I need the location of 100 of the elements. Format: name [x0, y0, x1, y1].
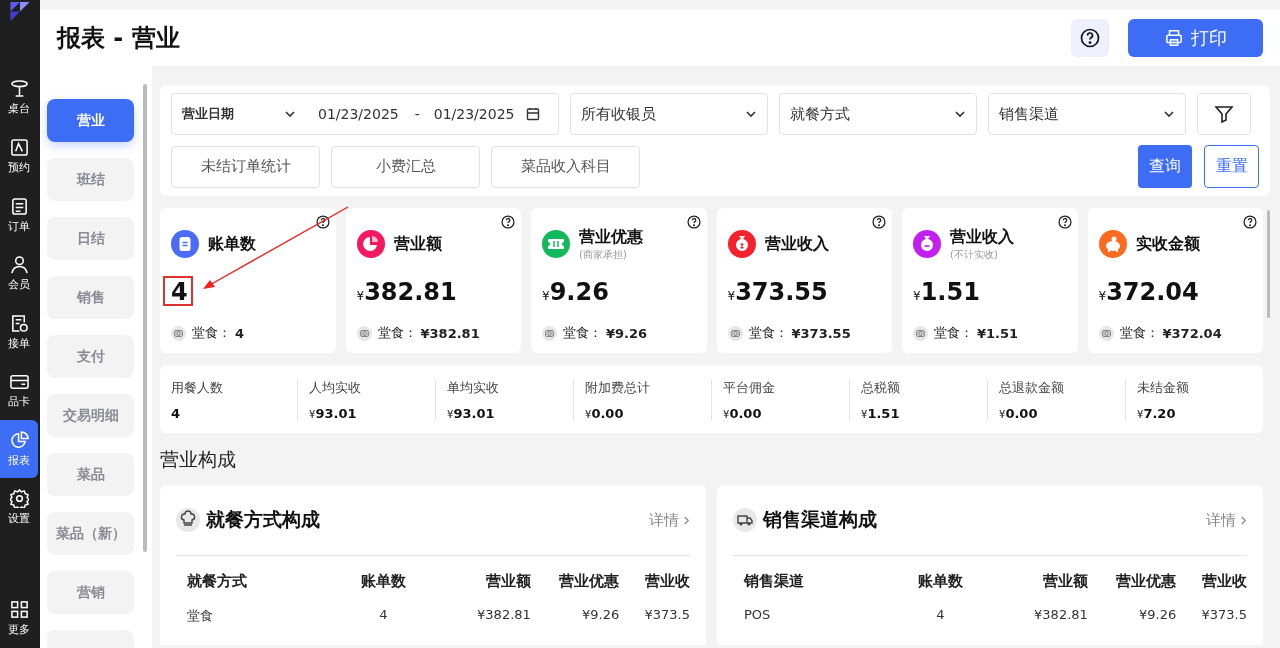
- dropdown[interactable]: 销售渠道: [988, 93, 1186, 135]
- document-check-icon: [9, 313, 29, 333]
- printer-icon: [1164, 29, 1183, 47]
- filter-icon: [1214, 104, 1234, 124]
- column-header: 账单数: [917, 572, 963, 591]
- metric-label: 附加费总计: [585, 379, 651, 397]
- stat-title: 营业额: [393, 233, 442, 255]
- metric-label: 平台佣金: [723, 379, 776, 397]
- breakdown-value: ¥373.55: [791, 325, 851, 341]
- dish-icon: [1098, 325, 1114, 341]
- chevron-down-icon: [745, 108, 757, 120]
- details-link[interactable]: 详情: [1206, 510, 1247, 530]
- table-cell: ¥373.5: [1201, 607, 1247, 622]
- column-header: 营业优惠: [1116, 572, 1177, 591]
- date-range-field[interactable]: 营业日期 01/23/2025 - 01/23/2025: [171, 93, 559, 135]
- help-button[interactable]: [1071, 19, 1109, 57]
- metric-value: ¥7.20: [1137, 406, 1177, 421]
- chevron-right-icon: [1240, 514, 1247, 526]
- stat-title: 营业收入: [764, 233, 829, 255]
- grid-icon: [9, 599, 29, 619]
- chevron-down-icon: [1163, 108, 1175, 120]
- dish-icon: [542, 325, 557, 341]
- stat-value: ¥1.51: [913, 278, 980, 308]
- dish-icon: [356, 325, 372, 341]
- nav-item[interactable]: 更多: [0, 589, 38, 647]
- stat-subtitle: (商家承担): [579, 247, 628, 262]
- column-header: 营业收: [1202, 572, 1247, 591]
- help-icon[interactable]: [686, 215, 701, 229]
- card-icon: [9, 372, 29, 392]
- scrollbar[interactable]: [1267, 210, 1270, 318]
- stat-title: 实收金额: [1135, 233, 1200, 255]
- calendar-check-icon: [9, 137, 29, 157]
- report-tab[interactable]: 营业: [47, 99, 134, 142]
- report-option-button[interactable]: 小费汇总: [331, 145, 480, 188]
- table-cell-text: 堂食: [187, 607, 214, 625]
- metric-value: ¥0.00: [585, 406, 625, 421]
- pie-chart-icon: [9, 430, 29, 450]
- breakdown-value: 4: [235, 325, 245, 341]
- nav-item[interactable]: 会员: [0, 244, 38, 303]
- breakdown-label: 堂食：: [377, 324, 417, 342]
- stat-title: 营业优惠: [579, 226, 643, 248]
- truck-icon: [733, 508, 757, 532]
- nav-item[interactable]: 接单: [0, 303, 38, 361]
- table-cell: ¥382.81: [1034, 607, 1088, 622]
- stat-title: 账单数: [208, 233, 256, 255]
- breakdown-value: ¥372.04: [1162, 325, 1222, 341]
- help-icon[interactable]: [1243, 215, 1257, 229]
- table-cell-text: ¥382.81: [477, 607, 531, 624]
- stat-value: ¥382.81: [356, 278, 457, 308]
- metric-value: ¥0.00: [723, 406, 763, 421]
- metric-label: 单均实收: [447, 379, 500, 397]
- query-button[interactable]: 查询: [1138, 145, 1192, 188]
- filter-button[interactable]: [1197, 93, 1251, 135]
- metric-label: 用餐人数: [171, 379, 224, 397]
- table-cell-text: POS: [744, 607, 772, 622]
- reset-button[interactable]: 重置: [1204, 145, 1259, 188]
- calendar-icon: [526, 107, 541, 121]
- metric-value: ¥93.01: [447, 406, 496, 421]
- report-option-button[interactable]: 菜品收入科目: [491, 145, 640, 188]
- nav-item[interactable]: 设置: [0, 478, 38, 537]
- nav-item[interactable]: 报表: [0, 420, 38, 478]
- help-icon[interactable]: [872, 215, 886, 229]
- dropdown[interactable]: 就餐方式: [779, 93, 977, 135]
- user-icon: [9, 255, 29, 275]
- help-icon: [1080, 28, 1100, 48]
- metric-value: ¥1.51: [861, 406, 901, 421]
- help-icon[interactable]: [501, 215, 515, 229]
- table-cell-text: ¥9.26: [582, 607, 620, 624]
- nav-item[interactable]: 品卡: [0, 361, 38, 420]
- table-icon: [9, 79, 29, 99]
- nav-item[interactable]: 预约: [0, 127, 38, 186]
- breakdown-value: ¥9.26: [606, 325, 648, 341]
- help-icon[interactable]: [1057, 215, 1072, 229]
- column-header: 营业额: [485, 572, 531, 591]
- column-header: 营业收: [645, 572, 690, 591]
- stat-title: 营业收入: [950, 226, 1014, 248]
- dropdown[interactable]: 所有收银员: [570, 93, 768, 135]
- breakdown-label: 堂食：: [748, 324, 788, 342]
- table-cell: ¥9.26: [1139, 607, 1177, 622]
- column-header: 营业额: [1042, 572, 1088, 591]
- metric-value: ¥93.01: [309, 406, 358, 421]
- column-header: 账单数: [360, 572, 406, 591]
- metric-label: 总退款金额: [999, 379, 1065, 397]
- panel-title: 销售渠道构成: [763, 507, 877, 532]
- breakdown-value: ¥1.51: [977, 325, 1019, 341]
- metric-label: 总税额: [861, 379, 901, 397]
- nav-item[interactable]: 桌台: [0, 69, 38, 127]
- nav-item[interactable]: 订单: [0, 186, 38, 244]
- stat-value: ¥9.26: [542, 278, 609, 308]
- settings-icon: [9, 489, 29, 509]
- help-icon[interactable]: [315, 215, 330, 229]
- details-link[interactable]: 详情: [649, 510, 690, 530]
- table-cell-text: ¥373.5: [644, 607, 690, 624]
- print-button[interactable]: 打印: [1128, 19, 1263, 57]
- report-option-button[interactable]: 未结订单统计: [171, 145, 320, 188]
- stat-value: ¥372.04: [1098, 278, 1199, 308]
- scrollbar[interactable]: [143, 84, 147, 552]
- logo-icon: [8, 2, 32, 22]
- dish-icon: [727, 325, 743, 341]
- chef-hat-icon: [176, 508, 200, 532]
